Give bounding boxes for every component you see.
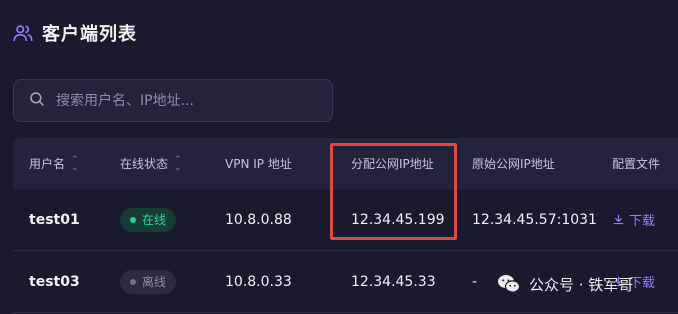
vpn-ip-cell: 10.8.0.88: [225, 211, 292, 228]
column-header-status[interactable]: 在线状态 ⌃ ⌄: [120, 138, 182, 189]
column-label: 在线状态: [120, 157, 169, 171]
status-badge: 离线: [120, 269, 177, 294]
config-cell: 下载: [612, 189, 655, 250]
table-row: test01 在线 10.8.0.88 12.34.45.199 12.34.4…: [13, 189, 678, 251]
username-cell: test01: [29, 211, 80, 228]
column-label: 配置文件: [612, 157, 661, 171]
page-header: 客户端列表: [12, 20, 137, 46]
column-header-assigned-ip: 分配公网IP地址: [351, 138, 434, 189]
status-cell: 离线: [120, 251, 177, 312]
offline-dot-icon: [130, 278, 136, 285]
download-label: 下载: [629, 214, 656, 229]
column-label: 分配公网IP地址: [351, 157, 434, 171]
sort-icon[interactable]: ⌃ ⌄: [71, 155, 79, 172]
original-ip-cell: -: [472, 273, 478, 290]
column-header-config: 配置文件: [612, 138, 660, 189]
sort-icon[interactable]: ⌃ ⌄: [174, 155, 182, 172]
column-label: 用户名: [29, 157, 66, 171]
table-header: 用户名 ⌃ ⌄ 在线状态 ⌃ ⌄ VPN IP 地址 分配公网IP地址 原始公网IP…: [13, 138, 678, 189]
search-icon: [28, 90, 46, 112]
column-label: 原始公网IP地址: [472, 157, 555, 171]
column-header-vpn-ip: VPN IP 地址: [225, 138, 292, 189]
status-badge: 在线: [120, 207, 177, 232]
wechat-icon: [497, 273, 521, 295]
search-box[interactable]: [13, 79, 333, 122]
assigned-ip-cell: 12.34.45.199: [351, 211, 445, 228]
online-dot-icon: [130, 216, 136, 223]
original-ip-cell: 12.34.45.57:1031: [472, 211, 597, 228]
username-cell: test03: [29, 273, 80, 290]
download-config-button[interactable]: 下载: [612, 210, 655, 229]
status-label: 在线: [142, 213, 167, 227]
column-header-original-ip: 原始公网IP地址: [472, 138, 555, 189]
status-label: 离线: [142, 275, 167, 289]
assigned-ip-cell: 12.34.45.33: [351, 273, 436, 290]
page-title: 客户端列表: [42, 24, 137, 45]
column-header-username[interactable]: 用户名 ⌃ ⌄: [29, 138, 79, 189]
status-cell: 在线: [120, 189, 177, 250]
vpn-ip-cell: 10.8.0.33: [225, 273, 292, 290]
users-icon: [12, 22, 34, 44]
search-input[interactable]: [56, 92, 306, 109]
watermark: 公众号 · 铁军哥: [497, 273, 633, 295]
watermark-text: 公众号 · 铁军哥: [529, 275, 634, 294]
column-label: VPN IP 地址: [225, 157, 292, 171]
download-icon: [613, 214, 624, 225]
